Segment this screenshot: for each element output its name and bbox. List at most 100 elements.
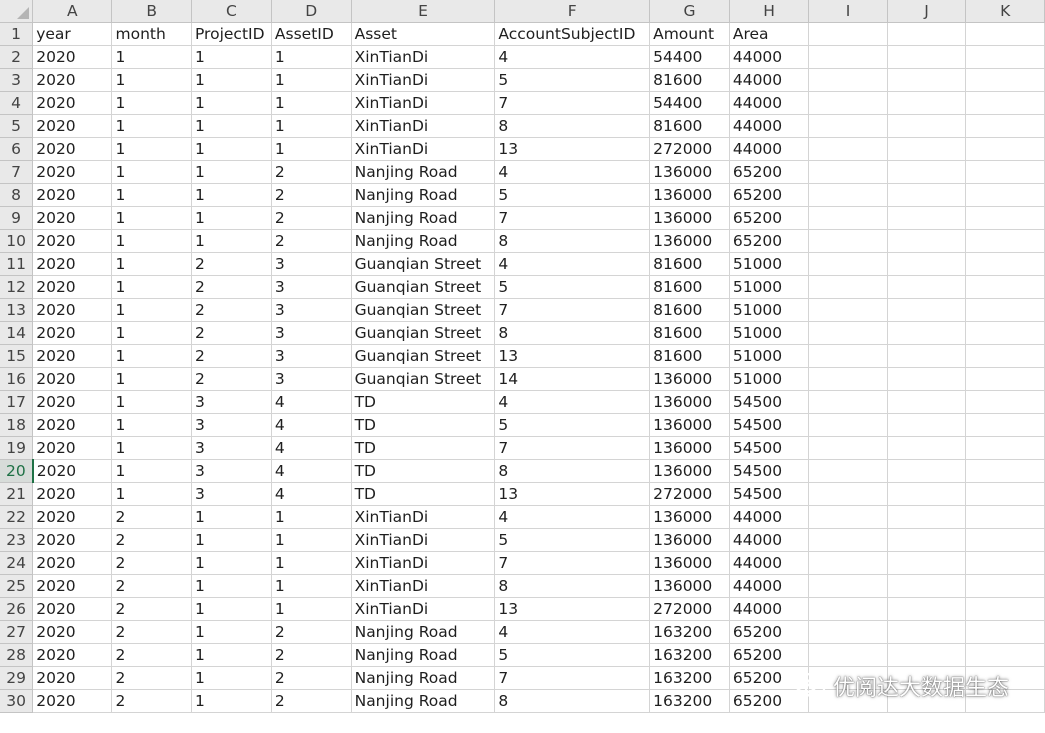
cell-i12[interactable] [808, 275, 888, 299]
cell-c8[interactable]: 1 [191, 183, 272, 207]
cell-g22[interactable]: 136000 [649, 505, 730, 529]
row-header[interactable]: 20 [0, 459, 34, 483]
cell-b4[interactable]: 1 [111, 91, 192, 115]
cell-a2[interactable]: 2020 [32, 45, 113, 69]
cell-b28[interactable]: 2 [111, 643, 192, 667]
cell-c12[interactable]: 2 [191, 275, 272, 299]
cell-d22[interactable]: 1 [271, 505, 352, 529]
cell-e3[interactable]: XinTianDi [351, 68, 496, 92]
cell-c3[interactable]: 1 [191, 68, 272, 92]
cell-a30[interactable]: 2020 [32, 689, 113, 713]
cell-b2[interactable]: 1 [111, 45, 192, 69]
cell-h3[interactable]: 44000 [729, 68, 810, 92]
cell-g14[interactable]: 81600 [649, 321, 730, 345]
cell-g20[interactable]: 136000 [649, 459, 730, 483]
cell-j3[interactable] [887, 68, 967, 92]
cell-e21[interactable]: TD [351, 482, 496, 506]
cell-g27[interactable]: 163200 [649, 620, 730, 644]
cell-i10[interactable] [808, 229, 888, 253]
cell-e22[interactable]: XinTianDi [351, 505, 496, 529]
cell-a22[interactable]: 2020 [32, 505, 113, 529]
cell-d26[interactable]: 1 [271, 597, 352, 621]
cell-a19[interactable]: 2020 [32, 436, 113, 460]
cell-k6[interactable] [965, 137, 1045, 161]
row-header[interactable]: 18 [0, 413, 34, 437]
cell-h14[interactable]: 51000 [729, 321, 810, 345]
row-header[interactable]: 27 [0, 620, 34, 644]
cell-h9[interactable]: 65200 [729, 206, 810, 230]
cell-c5[interactable]: 1 [191, 114, 272, 138]
cell-h19[interactable]: 54500 [729, 436, 810, 460]
cell-e15[interactable]: Guanqian Street [351, 344, 496, 368]
cell-f19[interactable]: 7 [494, 436, 651, 460]
column-header-g[interactable]: G [649, 0, 730, 23]
cell-e8[interactable]: Nanjing Road [351, 183, 496, 207]
cell-j21[interactable] [887, 482, 967, 506]
row-header[interactable]: 4 [0, 91, 34, 115]
cell-e2[interactable]: XinTianDi [351, 45, 496, 69]
select-all-corner[interactable] [0, 0, 34, 23]
cell-i28[interactable] [808, 643, 888, 667]
cell-j28[interactable] [887, 643, 967, 667]
cell-f8[interactable]: 5 [494, 183, 651, 207]
cell-a7[interactable]: 2020 [32, 160, 113, 184]
cell-h11[interactable]: 51000 [729, 252, 810, 276]
cell-i23[interactable] [808, 528, 888, 552]
cell-f10[interactable]: 8 [494, 229, 651, 253]
cell-k19[interactable] [965, 436, 1045, 460]
cell-e13[interactable]: Guanqian Street [351, 298, 496, 322]
row-header[interactable]: 15 [0, 344, 34, 368]
row-header[interactable]: 26 [0, 597, 34, 621]
column-header-f[interactable]: F [494, 0, 651, 23]
cell-c26[interactable]: 1 [191, 597, 272, 621]
row-header[interactable]: 2 [0, 45, 34, 69]
cell-b19[interactable]: 1 [111, 436, 192, 460]
cell-d16[interactable]: 3 [271, 367, 352, 391]
cell-a13[interactable]: 2020 [32, 298, 113, 322]
cell-j11[interactable] [887, 252, 967, 276]
cell-k22[interactable] [965, 505, 1045, 529]
cell-b26[interactable]: 2 [111, 597, 192, 621]
cell-d10[interactable]: 2 [271, 229, 352, 253]
cell-i17[interactable] [808, 390, 888, 414]
cell-c10[interactable]: 1 [191, 229, 272, 253]
cell-h10[interactable]: 65200 [729, 229, 810, 253]
cell-g8[interactable]: 136000 [649, 183, 730, 207]
cell-h12[interactable]: 51000 [729, 275, 810, 299]
cell-i1[interactable] [808, 22, 888, 46]
cell-g12[interactable]: 81600 [649, 275, 730, 299]
column-header-h[interactable]: H [729, 0, 810, 23]
cell-c23[interactable]: 1 [191, 528, 272, 552]
cell-d19[interactable]: 4 [271, 436, 352, 460]
column-header-a[interactable]: A [32, 0, 113, 23]
cell-b6[interactable]: 1 [111, 137, 192, 161]
cell-j7[interactable] [887, 160, 967, 184]
cell-c15[interactable]: 2 [191, 344, 272, 368]
cell-d25[interactable]: 1 [271, 574, 352, 598]
cell-k24[interactable] [965, 551, 1045, 575]
cell-g19[interactable]: 136000 [649, 436, 730, 460]
cell-a6[interactable]: 2020 [32, 137, 113, 161]
cell-g5[interactable]: 81600 [649, 114, 730, 138]
cell-f12[interactable]: 5 [494, 275, 651, 299]
cell-b14[interactable]: 1 [111, 321, 192, 345]
cell-a1[interactable]: year [32, 22, 113, 46]
row-header[interactable]: 14 [0, 321, 34, 345]
cell-f27[interactable]: 4 [494, 620, 651, 644]
cell-a18[interactable]: 2020 [32, 413, 113, 437]
cell-g11[interactable]: 81600 [649, 252, 730, 276]
cell-c24[interactable]: 1 [191, 551, 272, 575]
cell-f20[interactable]: 8 [494, 459, 651, 483]
row-header[interactable]: 13 [0, 298, 34, 322]
cell-h24[interactable]: 44000 [729, 551, 810, 575]
cell-f4[interactable]: 7 [494, 91, 651, 115]
cell-i15[interactable] [808, 344, 888, 368]
cell-j27[interactable] [887, 620, 967, 644]
cell-g3[interactable]: 81600 [649, 68, 730, 92]
cell-h26[interactable]: 44000 [729, 597, 810, 621]
cell-b1[interactable]: month [111, 22, 192, 46]
cell-g24[interactable]: 136000 [649, 551, 730, 575]
cell-c28[interactable]: 1 [191, 643, 272, 667]
cell-e6[interactable]: XinTianDi [351, 137, 496, 161]
cell-j5[interactable] [887, 114, 967, 138]
